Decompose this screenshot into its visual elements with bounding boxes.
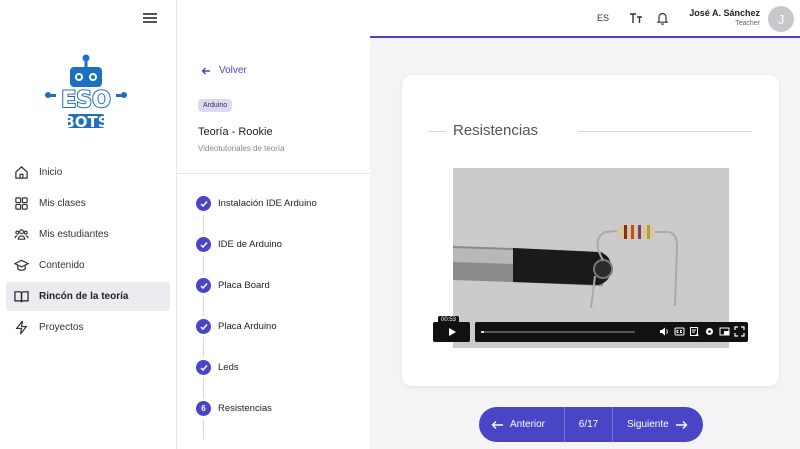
check-icon (196, 278, 211, 293)
play-button[interactable] (433, 322, 470, 342)
video-progress-fill (481, 331, 485, 333)
fullscreen-icon[interactable] (734, 326, 745, 337)
step-item[interactable]: IDE de Arduino (196, 237, 366, 278)
arrow-left-icon (491, 420, 503, 429)
video-frame[interactable] (453, 168, 729, 348)
step-item[interactable]: Instalación IDE Arduino (196, 196, 366, 237)
sidebar-item-label: Mis estudiantes (39, 229, 109, 240)
lesson-title: Resistencias (453, 122, 539, 139)
previous-label: Anterior (510, 419, 546, 430)
next-button[interactable]: Siguiente (613, 407, 703, 442)
sidebar-item-label: Inicio (39, 167, 63, 178)
sidebar: ESO BOTS Inicio Mis clases Mis estudiant… (0, 0, 177, 449)
step-connector (203, 419, 204, 439)
divider (177, 173, 370, 174)
sidebar-item-inicio[interactable]: Inicio (6, 158, 170, 187)
check-icon (196, 360, 211, 375)
play-icon (448, 328, 456, 336)
title-rule-left (428, 131, 446, 132)
sidebar-item-proyectos[interactable]: Proyectos (6, 313, 170, 342)
video-progress-bar[interactable] (481, 331, 635, 333)
text-size-icon[interactable] (629, 11, 643, 25)
volume-icon[interactable] (659, 326, 670, 337)
course-panel: Volver Arduino Teoría - Rookie Videotuto… (177, 0, 370, 449)
step-item[interactable]: Placa Arduino (196, 319, 366, 360)
language-selector[interactable]: ES (597, 13, 609, 23)
check-icon (196, 237, 211, 252)
arrow-right-icon (675, 420, 688, 429)
step-connector (203, 214, 204, 234)
sidebar-item-mis-clases[interactable]: Mis clases (6, 189, 170, 218)
step-item[interactable]: Placa Board (196, 278, 366, 319)
sidebar-item-label: Proyectos (39, 322, 84, 333)
lesson-pager: Anterior 6/17 Siguiente (479, 407, 703, 442)
step-label: Leds (218, 362, 239, 373)
step-number: 6 (196, 401, 211, 416)
sidebar-item-label: Mis clases (39, 198, 86, 209)
esobots-logo: ESO BOTS (44, 52, 128, 136)
page-count: 6/17 (564, 407, 613, 442)
video-control-bar (475, 322, 748, 342)
settings-icon[interactable] (704, 326, 715, 337)
sidebar-item-rincon-de-la-teoria[interactable]: Rincón de la teoría (6, 282, 170, 311)
sidebar-item-contenido[interactable]: Contenido (6, 251, 170, 280)
step-connector (203, 296, 204, 316)
resistor-video-thumbnail (453, 168, 729, 348)
sidebar-nav: Inicio Mis clases Mis estudiantes Conten… (6, 158, 170, 344)
picture-in-picture-icon[interactable] (719, 326, 730, 337)
sidebar-item-label: Rincón de la teoría (39, 291, 129, 302)
next-label: Siguiente (627, 419, 669, 430)
step-label: IDE de Arduino (218, 239, 282, 250)
grid-icon (15, 197, 28, 210)
back-button[interactable]: Volver (201, 65, 247, 76)
video-control-icons (659, 326, 745, 337)
sidebar-item-mis-estudiantes[interactable]: Mis estudiantes (6, 220, 170, 249)
bell-icon[interactable] (656, 11, 669, 25)
avatar[interactable]: J (768, 6, 794, 32)
step-label: Resistencias (218, 403, 272, 414)
lesson-title-row: Resistencias (428, 122, 752, 142)
menu-toggle-icon[interactable] (143, 13, 157, 25)
course-tag: Arduino (198, 99, 233, 112)
arrow-left-icon (201, 67, 210, 74)
check-icon (196, 196, 211, 211)
step-item[interactable]: Leds (196, 360, 366, 401)
step-label: Instalación IDE Arduino (218, 198, 317, 209)
course-subtitle: Videotutoriales de teoría (198, 144, 285, 153)
back-label: Volver (219, 65, 247, 76)
users-icon (14, 229, 29, 240)
lesson-card: Resistencias 00:53 (402, 75, 779, 386)
title-rule-right (578, 131, 752, 132)
user-name: José A. Sánchez (689, 8, 760, 18)
logo-text-bottom: BOTS (63, 113, 108, 131)
course-title: Teoría - Rookie (198, 126, 273, 138)
lesson-steps: Instalación IDE Arduino IDE de Arduino P… (196, 196, 366, 442)
book-icon (14, 291, 29, 303)
check-icon (196, 319, 211, 334)
video-player-controls (433, 322, 748, 342)
step-connector (203, 255, 204, 275)
captions-icon[interactable] (674, 326, 685, 337)
home-icon (15, 166, 28, 179)
previous-button[interactable]: Anterior (479, 407, 564, 442)
sidebar-item-label: Contenido (39, 260, 85, 271)
step-label: Placa Board (218, 280, 270, 291)
user-role: Teacher (735, 20, 760, 27)
step-label: Placa Arduino (218, 321, 277, 332)
step-connector (203, 337, 204, 357)
transcript-icon[interactable] (689, 326, 700, 337)
logo-text-top: ESO (61, 88, 111, 113)
top-bar: ES José A. Sánchez Teacher J (370, 0, 800, 38)
step-connector (203, 378, 204, 398)
bolt-icon (15, 320, 28, 335)
step-item-current[interactable]: 6 Resistencias (196, 401, 366, 442)
graduation-cap-icon (14, 259, 29, 271)
